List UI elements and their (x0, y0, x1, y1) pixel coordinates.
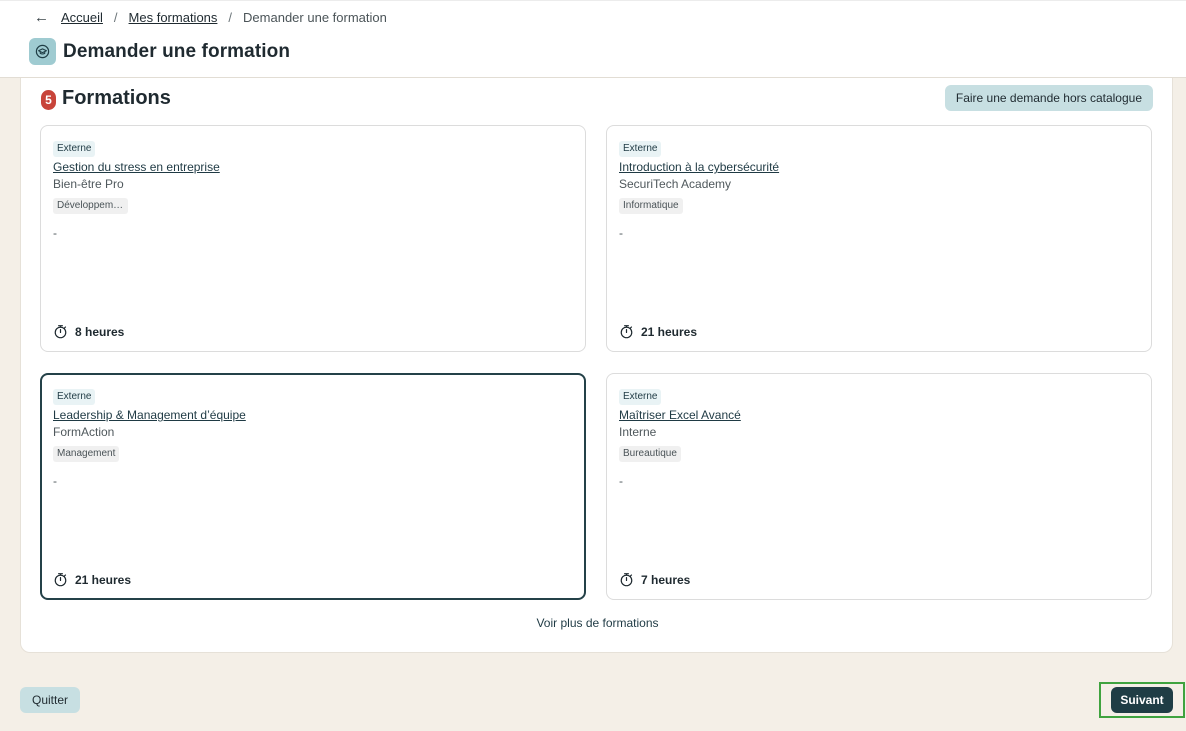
breadcrumb-separator: / (113, 9, 118, 25)
arrow-left-icon[interactable]: ← (34, 9, 49, 26)
duration: 21 heures (619, 324, 697, 339)
next-button-focus-outline: Suivant (1099, 682, 1185, 718)
formation-card[interactable]: Externe Maîtriser Excel Avancé Interne B… (606, 373, 1152, 600)
provider-name: FormAction (53, 425, 115, 439)
voir-plus-button[interactable]: Voir plus de formations (21, 616, 1174, 630)
type-tag: Externe (619, 389, 662, 405)
formation-description: - (619, 474, 623, 488)
formation-card[interactable]: Externe Gestion du stress en entreprise … (40, 125, 586, 352)
page-header: Demander une formation (29, 38, 290, 65)
formation-card-selected[interactable]: Externe Leadership & Management d’équipe… (40, 373, 586, 600)
category-tag: Informatique (619, 198, 683, 214)
provider-name: Bien-être Pro (53, 177, 124, 191)
graduation-cap-icon (29, 38, 56, 65)
formation-title-link[interactable]: Maîtriser Excel Avancé (619, 407, 1139, 423)
duration-label: 7 heures (641, 572, 691, 587)
stopwatch-icon (54, 325, 67, 339)
formation-description: - (53, 226, 57, 240)
stopwatch-icon (620, 325, 633, 339)
category-tag: Management (53, 446, 120, 462)
top-bar: ← Accueil / Mes formations / Demander un… (0, 0, 1186, 78)
breadcrumb: ← Accueil / Mes formations / Demander un… (34, 9, 387, 26)
category-tag: Développement personnel (53, 198, 128, 214)
type-tag: Externe (53, 389, 96, 405)
duration-label: 21 heures (75, 572, 132, 587)
quit-button[interactable]: Quitter (20, 687, 80, 713)
section-title: Formations (62, 87, 171, 109)
provider-name: SecuriTech Academy (619, 177, 732, 191)
formation-description: - (53, 474, 57, 488)
type-tag: Externe (53, 141, 96, 157)
stopwatch-icon (620, 573, 633, 587)
duration-label: 21 heures (641, 324, 698, 339)
formations-panel: 5 Formations Faire une demande hors cata… (20, 78, 1173, 653)
provider-name: Interne (619, 425, 657, 439)
stopwatch-icon (54, 573, 67, 587)
formation-title-link[interactable]: Gestion du stress en entreprise (53, 159, 573, 175)
section-header: 5 Formations (41, 87, 171, 110)
duration: 7 heures (619, 572, 690, 587)
formation-title-link[interactable]: Introduction à la cybersécurité (619, 159, 1139, 175)
formation-description: - (619, 226, 623, 240)
type-tag: Externe (619, 141, 662, 157)
duration: 8 heures (53, 324, 124, 339)
count-badge: 5 (41, 90, 56, 110)
category-tag: Bureautique (619, 446, 681, 462)
breadcrumb-link-accueil[interactable]: Accueil (61, 10, 103, 25)
formation-title-link[interactable]: Leadership & Management d’équipe (53, 407, 572, 423)
page-title: Demander une formation (63, 40, 291, 62)
formation-card[interactable]: Externe Introduction à la cybersécurité … (606, 125, 1152, 352)
breadcrumb-current: Demander une formation (243, 9, 387, 25)
breadcrumb-separator: / (228, 9, 233, 25)
duration: 21 heures (53, 572, 131, 587)
breadcrumb-link-mes-formations[interactable]: Mes formations (129, 10, 218, 25)
hors-catalogue-button[interactable]: Faire une demande hors catalogue (944, 85, 1153, 111)
duration-label: 8 heures (75, 324, 125, 339)
next-button[interactable]: Suivant (1111, 687, 1173, 713)
